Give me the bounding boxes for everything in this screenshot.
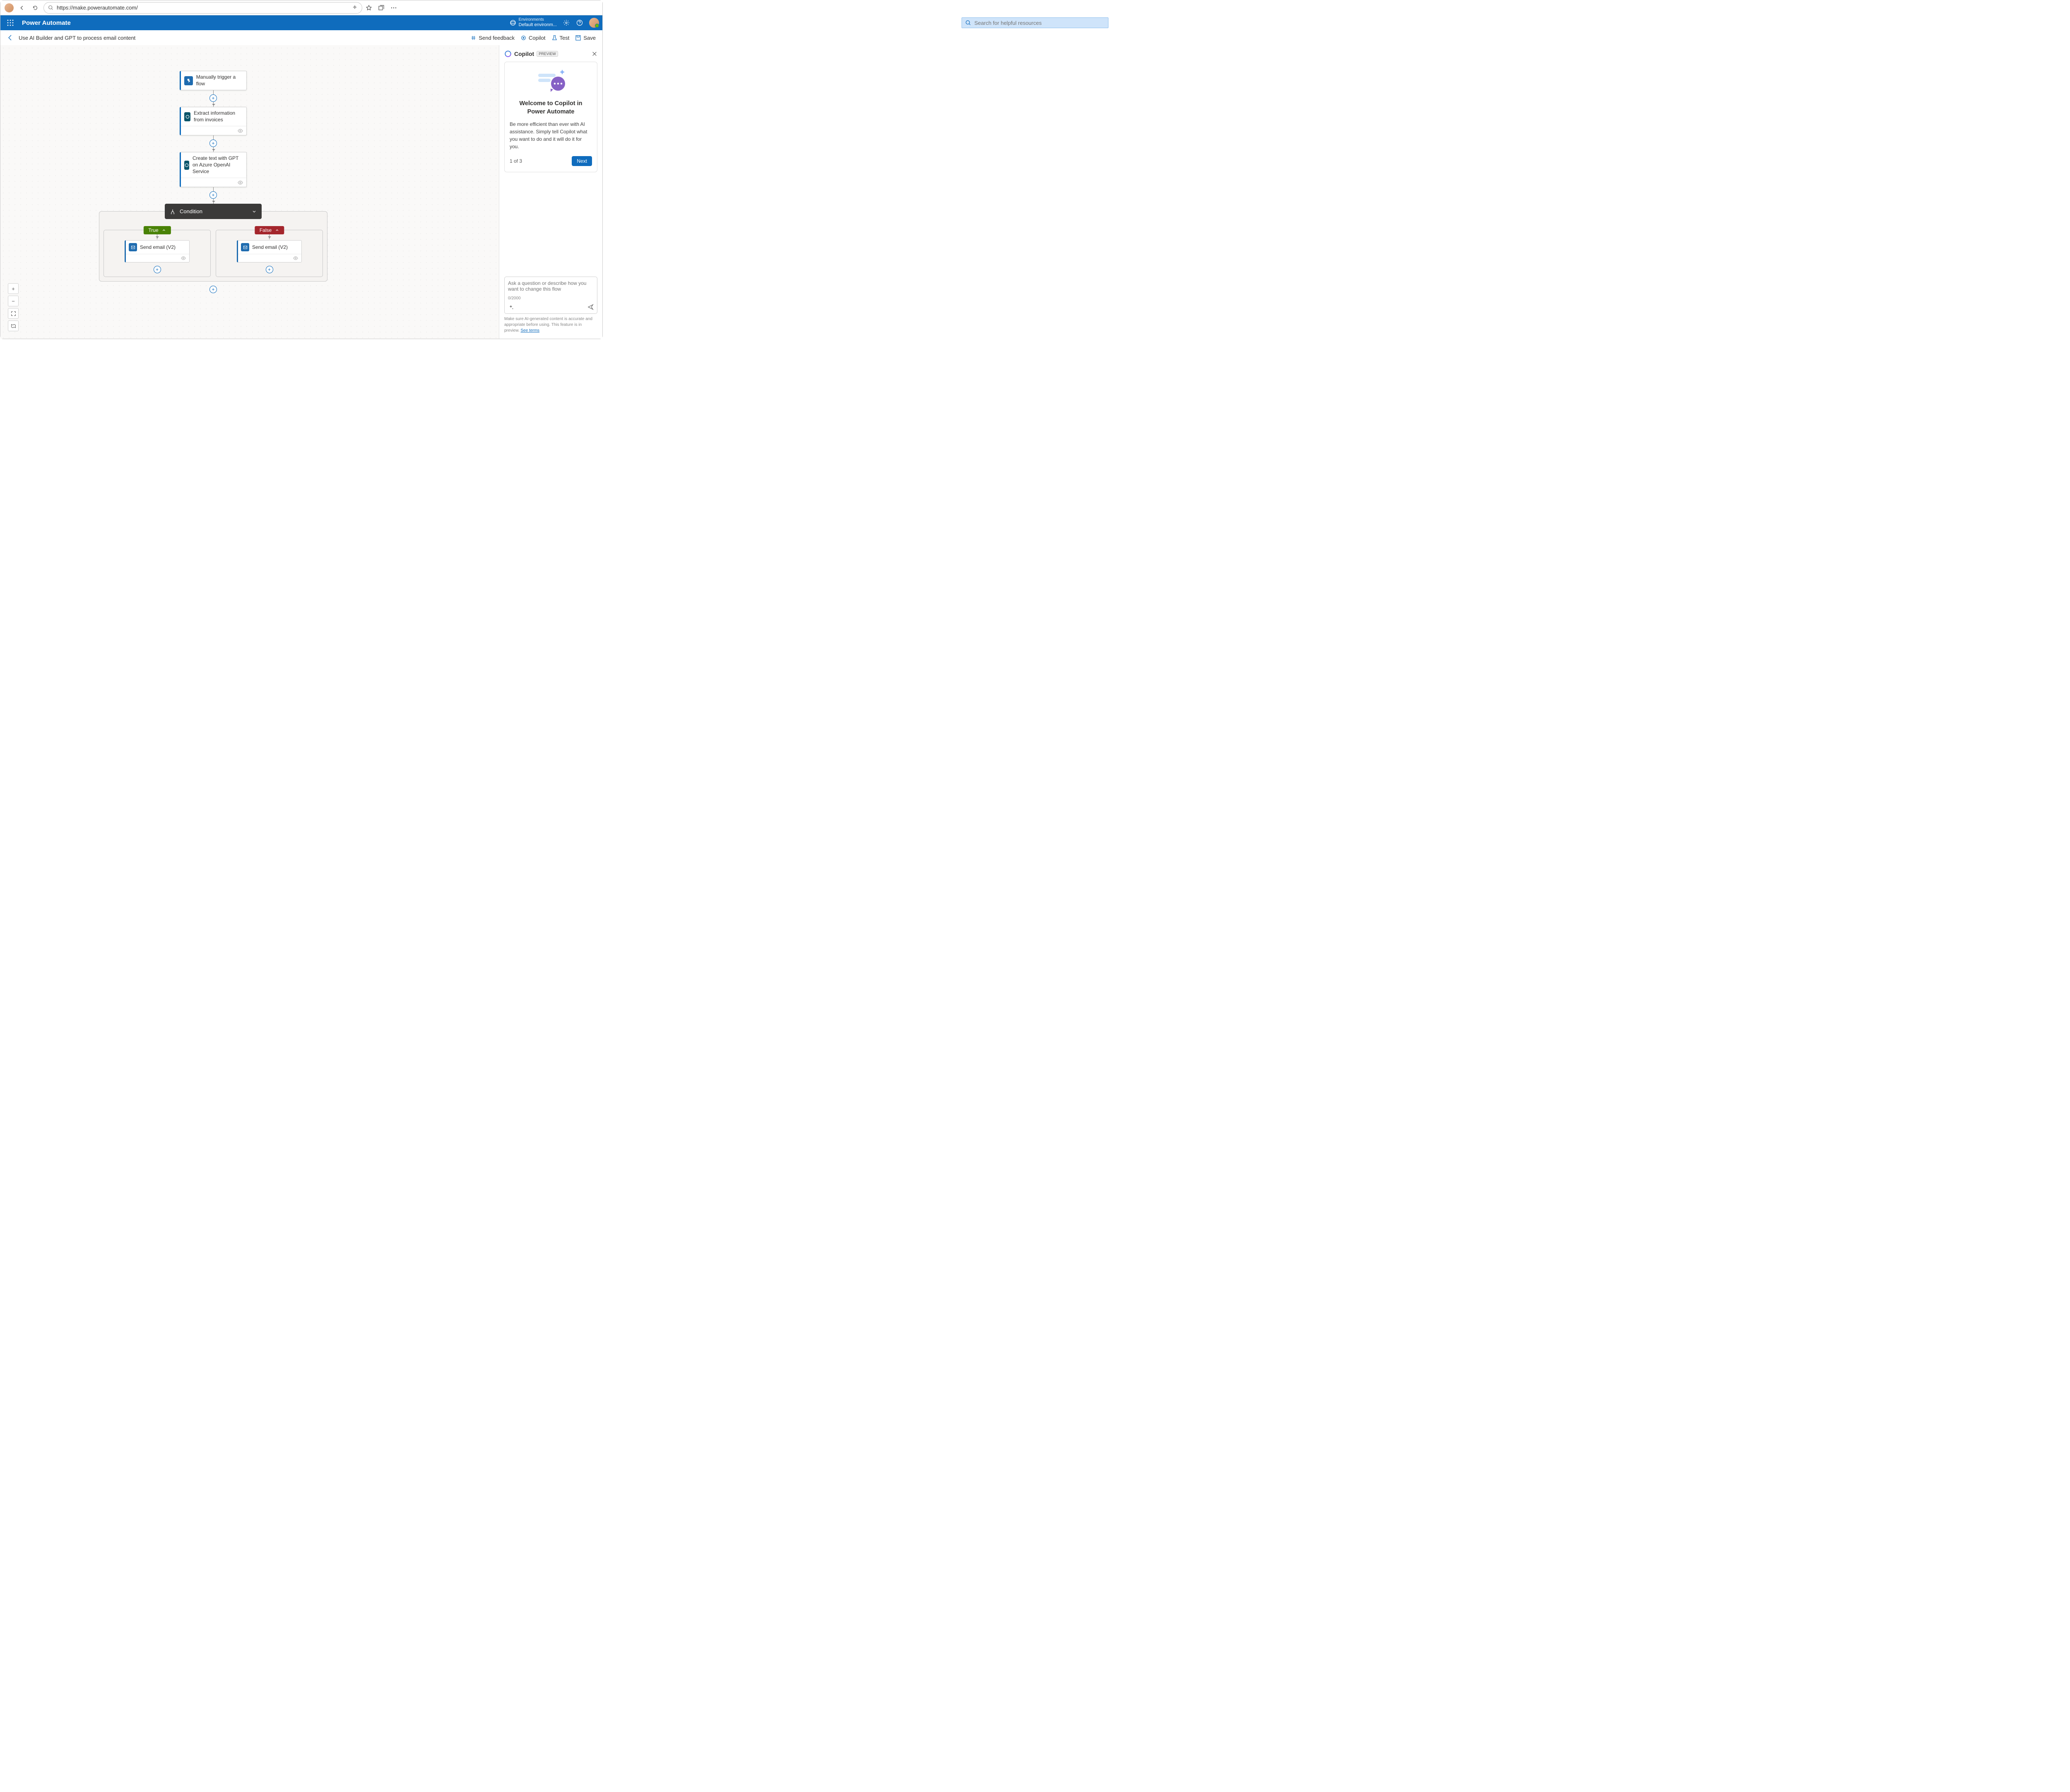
copilot-textarea[interactable]: [508, 280, 594, 294]
fit-button[interactable]: [8, 308, 19, 319]
sparkle-icon[interactable]: [508, 304, 514, 310]
add-step-button[interactable]: +: [209, 94, 217, 102]
send-icon[interactable]: [587, 304, 594, 310]
flow-title: Use AI Builder and GPT to process email …: [19, 35, 135, 41]
add-step-button[interactable]: +: [209, 286, 217, 293]
copilot-title: Copilot: [514, 51, 534, 57]
see-terms-link[interactable]: See terms: [520, 328, 539, 333]
preview-badge: PREVIEW: [537, 51, 558, 57]
flow-trigger-node[interactable]: Manually trigger a flow: [180, 71, 247, 90]
copilot-disclaimer: Make sure AI-generated content is accura…: [504, 316, 597, 334]
openai-icon: [184, 161, 189, 170]
minimap-button[interactable]: [8, 320, 19, 331]
environment-icon: [510, 19, 516, 26]
false-action-node[interactable]: Send email (V2): [237, 240, 302, 263]
settings-icon[interactable]: [563, 19, 570, 26]
flow-gpt-node[interactable]: Create text with GPT on Azure OpenAI Ser…: [180, 152, 247, 187]
copilot-welcome-heading: Welcome to Copilot in Power Automate: [510, 99, 592, 116]
trigger-icon: [184, 76, 193, 85]
read-aloud-icon[interactable]: [352, 5, 358, 11]
add-step-button[interactable]: +: [209, 140, 217, 147]
search-icon: [48, 5, 53, 10]
add-action-false[interactable]: +: [266, 266, 273, 273]
env-label: Environments: [519, 17, 557, 22]
copilot-panel: Copilot PREVIEW Welcome to Copilot in Po…: [499, 45, 602, 339]
true-chip[interactable]: True: [143, 226, 171, 234]
condition-title: Condition: [180, 208, 202, 214]
url-bar[interactable]: https://make.powerautomate.com/: [43, 2, 362, 14]
save-button[interactable]: Save: [575, 35, 596, 41]
outlook-icon: [129, 243, 137, 251]
url-text: https://make.powerautomate.com/: [57, 5, 349, 11]
false-branch: False Send email (V2) +: [216, 230, 323, 277]
extract-title: Extract information from invoices: [194, 110, 243, 123]
condition-icon: [170, 209, 176, 214]
back-button[interactable]: [7, 34, 14, 41]
condition-node[interactable]: Condition: [165, 204, 262, 219]
zoom-out-button[interactable]: −: [8, 296, 19, 306]
trigger-title: Manually trigger a flow: [196, 74, 243, 87]
close-icon[interactable]: [592, 51, 597, 57]
copilot-char-count: 0/2000: [508, 296, 594, 301]
help-icon[interactable]: [576, 19, 583, 26]
true-action-node[interactable]: Send email (V2): [125, 240, 190, 263]
copilot-welcome-card: Welcome to Copilot in Power Automate Be …: [504, 62, 597, 172]
collections-icon[interactable]: [378, 5, 385, 11]
search-input[interactable]: [975, 20, 1105, 26]
copilot-logo-icon: [504, 50, 512, 58]
copilot-next-button[interactable]: Next: [572, 156, 592, 166]
true-branch: True Send email (V2) +: [104, 230, 211, 277]
ai-builder-icon: [184, 112, 190, 121]
outlook-icon: [241, 243, 249, 251]
app-title[interactable]: Power Automate: [22, 19, 71, 26]
copilot-toggle-button[interactable]: Copilot: [520, 35, 545, 41]
gpt-title: Create text with GPT on Azure OpenAI Ser…: [193, 155, 243, 175]
environment-picker[interactable]: Environments Default environm...: [510, 17, 557, 28]
peek-icon[interactable]: [238, 129, 243, 133]
browser-back[interactable]: [17, 3, 27, 13]
chevron-up-icon: [162, 228, 166, 232]
copilot-step-indicator: 1 of 3: [510, 158, 522, 164]
copilot-illustration: [510, 68, 592, 94]
add-step-button[interactable]: +: [209, 191, 217, 199]
app-launcher-icon[interactable]: [4, 16, 17, 29]
user-avatar[interactable]: [589, 18, 599, 28]
browser-refresh[interactable]: [30, 3, 40, 13]
add-action-true[interactable]: +: [154, 266, 161, 273]
env-name: Default environm...: [519, 22, 557, 27]
more-icon[interactable]: [390, 5, 397, 11]
test-button[interactable]: Test: [551, 35, 570, 41]
chevron-down-icon[interactable]: [252, 209, 257, 214]
peek-icon[interactable]: [238, 181, 243, 185]
true-action-title: Send email (V2): [140, 244, 176, 250]
favorites-icon[interactable]: [366, 5, 372, 11]
copilot-welcome-text: Be more efficient than ever with AI assi…: [510, 120, 592, 150]
profile-avatar[interactable]: [5, 3, 14, 12]
chevron-up-icon: [275, 228, 279, 232]
zoom-in-button[interactable]: +: [8, 283, 19, 294]
false-chip[interactable]: False: [255, 226, 284, 234]
peek-icon[interactable]: [293, 256, 298, 260]
copilot-input-box[interactable]: 0/2000: [504, 277, 597, 314]
search-box[interactable]: [962, 17, 1109, 28]
flow-canvas[interactable]: + − Manually trigger a flow +: [0, 45, 499, 339]
false-action-title: Send email (V2): [252, 244, 288, 250]
peek-icon[interactable]: [181, 256, 186, 260]
send-feedback-button[interactable]: Send feedback: [470, 35, 515, 41]
search-icon: [965, 20, 971, 26]
flow-extract-node[interactable]: Extract information from invoices: [180, 107, 247, 135]
